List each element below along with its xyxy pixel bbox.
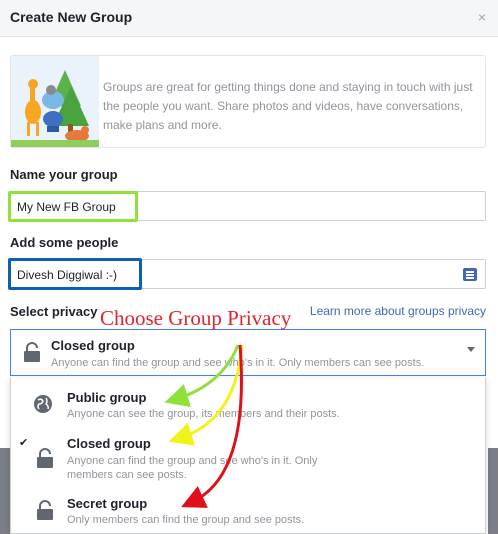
privacy-option-secret[interactable]: Secret group Only members can find the g… xyxy=(11,490,487,534)
checkmark-icon: ✔ xyxy=(19,437,29,449)
lock-icon xyxy=(37,500,53,520)
lock-icon xyxy=(37,448,53,468)
lock-icon xyxy=(24,342,40,362)
closed-group-description-line1: Anyone can find the group and see who's … xyxy=(67,455,318,467)
intro-box: Groups are great for getting things done… xyxy=(10,55,486,148)
learn-more-privacy-link[interactable]: Learn more about groups privacy xyxy=(310,304,486,318)
privacy-option-closed[interactable]: ✔ Closed group Anyone can find the group… xyxy=(11,430,487,486)
selected-privacy-description: Anyone can find the group and see who's … xyxy=(51,357,425,369)
privacy-menu: Public group Anyone can see the group, i… xyxy=(10,378,486,534)
closed-group-title: Closed group xyxy=(67,436,151,451)
group-illustration-icon xyxy=(11,56,99,147)
close-icon[interactable]: × xyxy=(478,9,486,25)
contact-list-icon[interactable] xyxy=(463,268,477,281)
name-field-highlight xyxy=(8,191,138,222)
add-people-label: Add some people xyxy=(10,235,119,250)
chevron-down-icon[interactable] xyxy=(467,347,475,352)
background-strip-left xyxy=(0,448,10,534)
privacy-select[interactable]: Closed group Anyone can find the group a… xyxy=(10,329,486,376)
secret-group-title: Secret group xyxy=(67,496,148,511)
annotation-text: Choose Group Privacy xyxy=(100,306,292,330)
background-strip-right xyxy=(488,448,498,534)
dialog-header: Create New Group × xyxy=(0,0,498,37)
people-field-highlight xyxy=(8,258,142,290)
selected-privacy-title: Closed group xyxy=(51,338,135,353)
privacy-option-public[interactable]: Public group Anyone can see the group, i… xyxy=(11,378,487,422)
public-group-title: Public group xyxy=(67,390,147,405)
secret-group-description: Only members can find the group and see … xyxy=(67,514,305,526)
globe-icon xyxy=(34,395,52,413)
dialog-title: Create New Group xyxy=(10,9,133,25)
closed-group-description-line2: members can see posts. xyxy=(67,469,187,481)
intro-text: Groups are great for getting things done… xyxy=(103,80,473,132)
create-group-dialog: Create New Group × Groups are great for … xyxy=(0,0,498,534)
public-group-description: Anyone can see the group, its members an… xyxy=(67,408,340,420)
name-group-label: Name your group xyxy=(10,167,118,182)
select-privacy-label: Select privacy xyxy=(10,304,98,319)
